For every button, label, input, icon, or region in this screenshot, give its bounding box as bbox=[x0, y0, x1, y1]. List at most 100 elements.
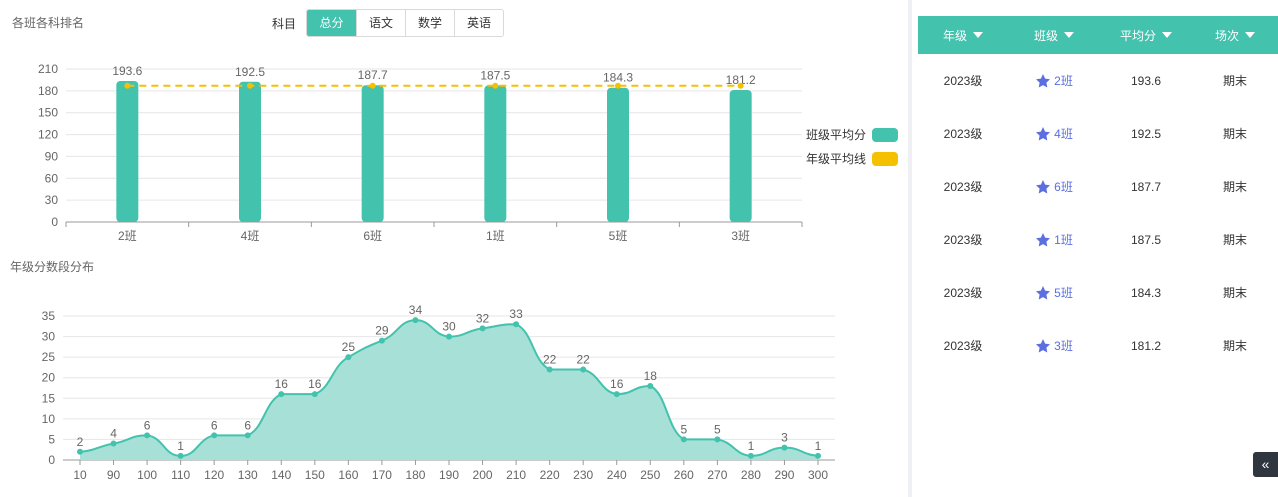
sort-caret-icon bbox=[973, 32, 983, 38]
x-tick-label: 290 bbox=[774, 468, 794, 482]
x-tick-label: 230 bbox=[573, 468, 593, 482]
header-class[interactable]: 班级 bbox=[1008, 16, 1100, 54]
x-tick-label: 240 bbox=[607, 468, 627, 482]
cell-avg: 192.5 bbox=[1130, 126, 1162, 141]
cell-grade: 2023级 bbox=[943, 286, 983, 300]
star-icon bbox=[1036, 285, 1051, 299]
data-point bbox=[211, 432, 218, 439]
class-link[interactable]: 3班 bbox=[1035, 337, 1073, 354]
cell-session: 期末 bbox=[1222, 127, 1247, 141]
table-body: 2023级 2班 193.6 期末 2023级 4班 192.5 期末 2023级 6班 187.7… bbox=[918, 54, 1278, 372]
y-tick-label: 25 bbox=[42, 350, 56, 364]
header-avg-label: 平均分 bbox=[1119, 28, 1156, 43]
data-value-label: 25 bbox=[342, 340, 356, 354]
data-value-label: 5 bbox=[680, 422, 687, 436]
data-point bbox=[77, 448, 83, 455]
data-point bbox=[244, 432, 251, 439]
table-header: 年级 班级 平均分 场次 bbox=[918, 16, 1278, 54]
cell-avg: 181.2 bbox=[1130, 338, 1162, 353]
data-value-label: 22 bbox=[543, 352, 557, 366]
table-row: 2023级 6班 187.7 期末 bbox=[918, 160, 1278, 213]
x-tick-label: 160 bbox=[338, 468, 358, 482]
x-tick-label: 90 bbox=[107, 468, 121, 482]
data-value-label: 16 bbox=[610, 377, 624, 391]
data-point bbox=[479, 325, 486, 332]
table-row: 2023级 3班 181.2 期末 bbox=[918, 319, 1278, 372]
data-point bbox=[513, 321, 520, 328]
class-link[interactable]: 1班 bbox=[1035, 231, 1073, 248]
data-value-label: 22 bbox=[577, 352, 591, 366]
class-link-label: 4班 bbox=[1054, 127, 1073, 141]
data-point bbox=[580, 366, 587, 373]
data-value-label: 6 bbox=[244, 418, 251, 432]
cell-class: 5班 bbox=[1008, 266, 1100, 319]
class-link[interactable]: 5班 bbox=[1035, 284, 1073, 301]
data-point bbox=[412, 317, 419, 324]
cell-class: 4班 bbox=[1008, 107, 1100, 160]
cell-session: 期末 bbox=[1222, 233, 1247, 247]
cell-class: 3班 bbox=[1008, 319, 1100, 372]
data-point bbox=[546, 366, 553, 373]
data-point bbox=[781, 444, 788, 451]
cell-class: 6班 bbox=[1008, 160, 1100, 213]
class-link-label: 6班 bbox=[1054, 180, 1073, 194]
cell-grade: 2023级 bbox=[943, 127, 983, 141]
data-value-label: 5 bbox=[714, 422, 721, 436]
data-value-label: 1 bbox=[815, 439, 822, 453]
x-tick-label: 150 bbox=[305, 468, 325, 482]
class-link[interactable]: 2班 bbox=[1035, 72, 1073, 89]
data-value-label: 33 bbox=[509, 307, 523, 321]
class-link-label: 5班 bbox=[1054, 286, 1073, 300]
data-value-label: 4 bbox=[110, 427, 117, 441]
y-tick-label: 5 bbox=[48, 432, 55, 446]
data-point bbox=[378, 337, 385, 344]
x-tick-label: 300 bbox=[808, 468, 828, 482]
x-tick-label: 210 bbox=[506, 468, 526, 482]
data-point bbox=[345, 354, 352, 361]
data-point bbox=[110, 440, 117, 447]
cell-grade: 2023级 bbox=[943, 233, 983, 247]
data-point bbox=[647, 382, 654, 389]
cell-grade: 2023级 bbox=[943, 74, 983, 88]
cell-session: 期末 bbox=[1222, 180, 1247, 194]
data-value-label: 6 bbox=[211, 418, 218, 432]
cell-session: 期末 bbox=[1222, 339, 1247, 353]
x-tick-label: 180 bbox=[405, 468, 425, 482]
table-row: 2023级 5班 184.3 期末 bbox=[918, 266, 1278, 319]
sort-caret-icon bbox=[1064, 32, 1074, 38]
y-tick-label: 20 bbox=[42, 371, 56, 385]
class-link[interactable]: 4班 bbox=[1035, 125, 1073, 142]
y-tick-label: 15 bbox=[42, 391, 56, 405]
class-link-label: 1班 bbox=[1054, 233, 1073, 247]
x-tick-label: 270 bbox=[707, 468, 727, 482]
x-tick-label: 170 bbox=[372, 468, 392, 482]
data-value-label: 30 bbox=[442, 320, 456, 334]
data-value-label: 34 bbox=[409, 303, 423, 317]
x-tick-label: 130 bbox=[238, 468, 258, 482]
charts-panel: 各班各科排名 科目 总分 语文 数学 英语 0 30 60 90 120 150 180 21… bbox=[0, 0, 908, 497]
data-point bbox=[714, 436, 721, 443]
distribution-chart: 0510152025303510 90 100 110 120 130 140 150 160 1… bbox=[42, 303, 835, 482]
table-row: 2023级 2班 193.6 期末 bbox=[918, 54, 1278, 107]
class-link[interactable]: 6班 bbox=[1035, 178, 1073, 195]
star-icon bbox=[1036, 73, 1051, 87]
header-session[interactable]: 场次 bbox=[1192, 16, 1278, 54]
header-avg[interactable]: 平均分 bbox=[1100, 16, 1192, 54]
sort-caret-icon bbox=[1245, 32, 1255, 38]
header-grade[interactable]: 年级 bbox=[918, 16, 1008, 54]
star-icon bbox=[1036, 338, 1051, 352]
cell-session: 期末 bbox=[1222, 74, 1247, 88]
star-icon bbox=[1036, 232, 1051, 246]
table-row: 2023级 4班 192.5 期末 bbox=[918, 107, 1278, 160]
data-value-label: 18 bbox=[644, 369, 658, 383]
x-tick-label: 120 bbox=[204, 468, 224, 482]
data-point bbox=[613, 391, 620, 398]
x-tick-label: 110 bbox=[171, 468, 190, 482]
x-tick-label: 140 bbox=[271, 468, 291, 482]
data-value-label: 2 bbox=[77, 435, 84, 449]
y-tick-label: 10 bbox=[42, 412, 56, 426]
data-value-label: 29 bbox=[375, 324, 389, 338]
star-icon bbox=[1036, 179, 1051, 193]
collapse-button[interactable]: « bbox=[1253, 452, 1278, 477]
cell-avg: 187.7 bbox=[1130, 179, 1162, 194]
